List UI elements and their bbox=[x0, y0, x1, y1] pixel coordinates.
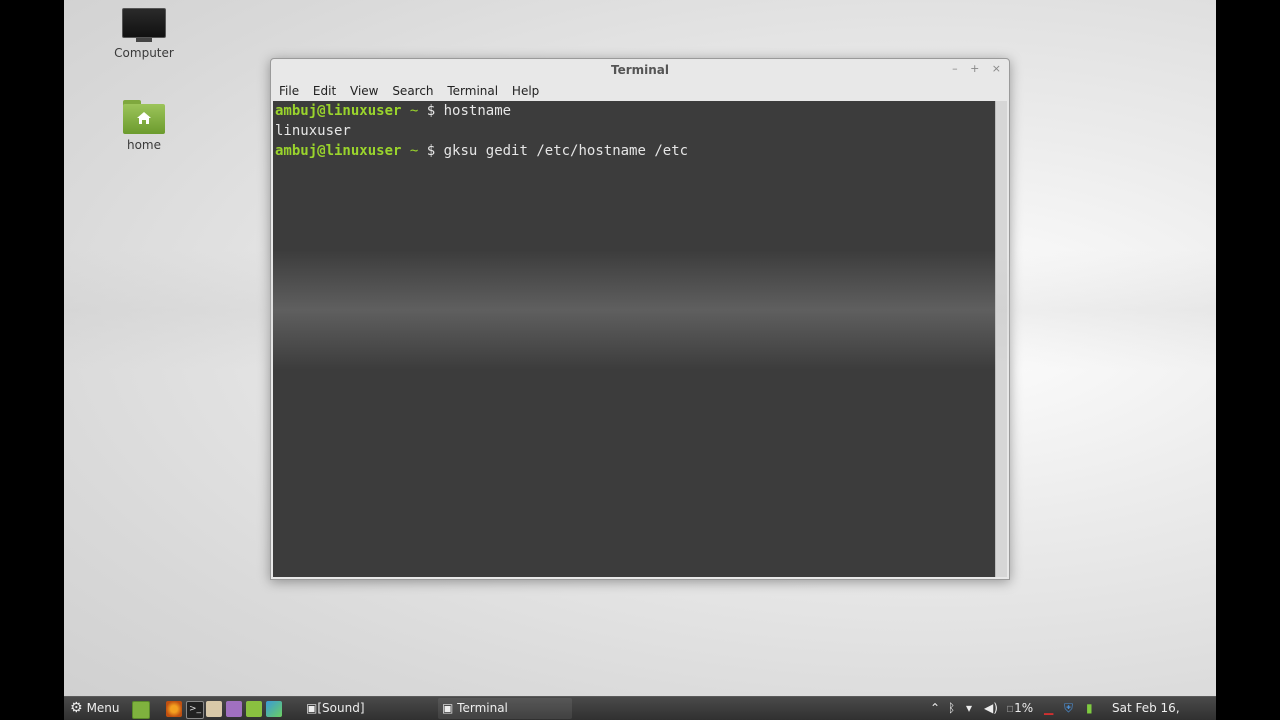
menu-terminal[interactable]: Terminal bbox=[442, 81, 503, 101]
terminal-line: ambuj@linuxuser ~ $ gksu gedit /etc/host… bbox=[275, 141, 995, 161]
command-text: gksu gedit /etc/hostname /etc bbox=[443, 143, 689, 159]
file-manager-icon[interactable] bbox=[206, 701, 222, 717]
close-button[interactable]: × bbox=[992, 62, 1001, 75]
system-monitor-icon[interactable]: ▁ bbox=[1044, 697, 1053, 720]
desktop-icon-computer[interactable]: Computer bbox=[94, 8, 194, 60]
window-title: Terminal bbox=[610, 63, 670, 77]
terminal-launcher-icon[interactable]: >_ bbox=[186, 701, 204, 719]
prompt-user: ambuj@linuxuser bbox=[275, 143, 402, 159]
gear-icon: ⚙ bbox=[70, 700, 83, 716]
bluetooth-icon[interactable]: ᛒ bbox=[948, 697, 955, 720]
terminal-scrollbar[interactable] bbox=[995, 101, 1007, 577]
menu-view[interactable]: View bbox=[345, 81, 383, 101]
window-controls: – + × bbox=[943, 62, 1001, 75]
prompt-symbol: $ bbox=[426, 143, 436, 159]
menu-file[interactable]: File bbox=[274, 81, 304, 101]
prompt-symbol: $ bbox=[426, 103, 436, 119]
cpu-monitor[interactable]: ▫1% bbox=[1006, 697, 1033, 720]
chevron-up-icon[interactable]: ⌃ bbox=[930, 697, 940, 720]
menu-search[interactable]: Search bbox=[387, 81, 438, 101]
desktop-icon-home[interactable]: home bbox=[94, 100, 194, 152]
desktop: Computer home Terminal – + × File Edit V… bbox=[64, 0, 1216, 720]
computer-icon bbox=[122, 8, 166, 42]
menu-edit[interactable]: Edit bbox=[308, 81, 341, 101]
desktop-icon-label: Computer bbox=[114, 46, 174, 60]
network-icon[interactable]: ▾ bbox=[966, 697, 972, 720]
shield-icon[interactable]: ⛨ bbox=[1064, 697, 1073, 720]
software-manager-icon[interactable] bbox=[246, 701, 262, 717]
menu-label: Menu bbox=[86, 701, 120, 715]
show-desktop-icon[interactable] bbox=[132, 701, 150, 719]
task-label: [Sound] bbox=[317, 701, 365, 715]
clock[interactable]: Sat Feb 16, 20:16 bbox=[1112, 697, 1216, 720]
terminal-output[interactable]: ambuj@linuxuser ~ $ hostname linuxuser amb… bbox=[273, 101, 995, 577]
cpu-usage: 1% bbox=[1014, 701, 1034, 715]
bottom-panel: ⚙ Menu >_ ▣[Sound] ▣ Terminal ⌃ ᛒ ▾ ◀) ▫1… bbox=[64, 696, 1216, 720]
maximize-button[interactable]: + bbox=[970, 62, 979, 75]
home-folder-icon bbox=[123, 100, 165, 134]
menu-button[interactable]: ⚙ Menu bbox=[70, 697, 120, 720]
minimize-button[interactable]: – bbox=[952, 62, 958, 75]
terminal-window-icon: ▣ bbox=[442, 701, 454, 715]
terminal-line: ambuj@linuxuser ~ $ hostname bbox=[275, 101, 995, 121]
command-text: hostname bbox=[443, 103, 512, 119]
window-titlebar[interactable]: Terminal – + × bbox=[271, 59, 1009, 81]
firefox-icon[interactable] bbox=[166, 701, 182, 717]
terminal-window: Terminal – + × File Edit View Search Ter… bbox=[270, 58, 1010, 580]
prompt-path: ~ bbox=[409, 103, 419, 119]
task-label: Terminal bbox=[457, 701, 508, 715]
sound-window-icon: ▣ bbox=[306, 701, 318, 715]
task-terminal[interactable]: ▣ Terminal bbox=[438, 698, 572, 719]
cpu-graph-icon: ▫ bbox=[1006, 701, 1015, 715]
volume-icon[interactable]: ◀) bbox=[984, 697, 998, 720]
terminal-line: linuxuser bbox=[275, 121, 995, 141]
battery-icon[interactable]: ▮ bbox=[1086, 697, 1093, 720]
task-sound[interactable]: ▣[Sound] bbox=[302, 698, 426, 719]
desktop-icon-label: home bbox=[126, 138, 162, 152]
menu-help[interactable]: Help bbox=[507, 81, 544, 101]
update-manager-icon[interactable] bbox=[266, 701, 282, 717]
prompt-path: ~ bbox=[409, 143, 419, 159]
output-text: linuxuser bbox=[275, 123, 351, 139]
text-editor-icon[interactable] bbox=[226, 701, 242, 717]
menu-bar: File Edit View Search Terminal Help bbox=[271, 81, 1009, 101]
prompt-user: ambuj@linuxuser bbox=[275, 103, 402, 119]
